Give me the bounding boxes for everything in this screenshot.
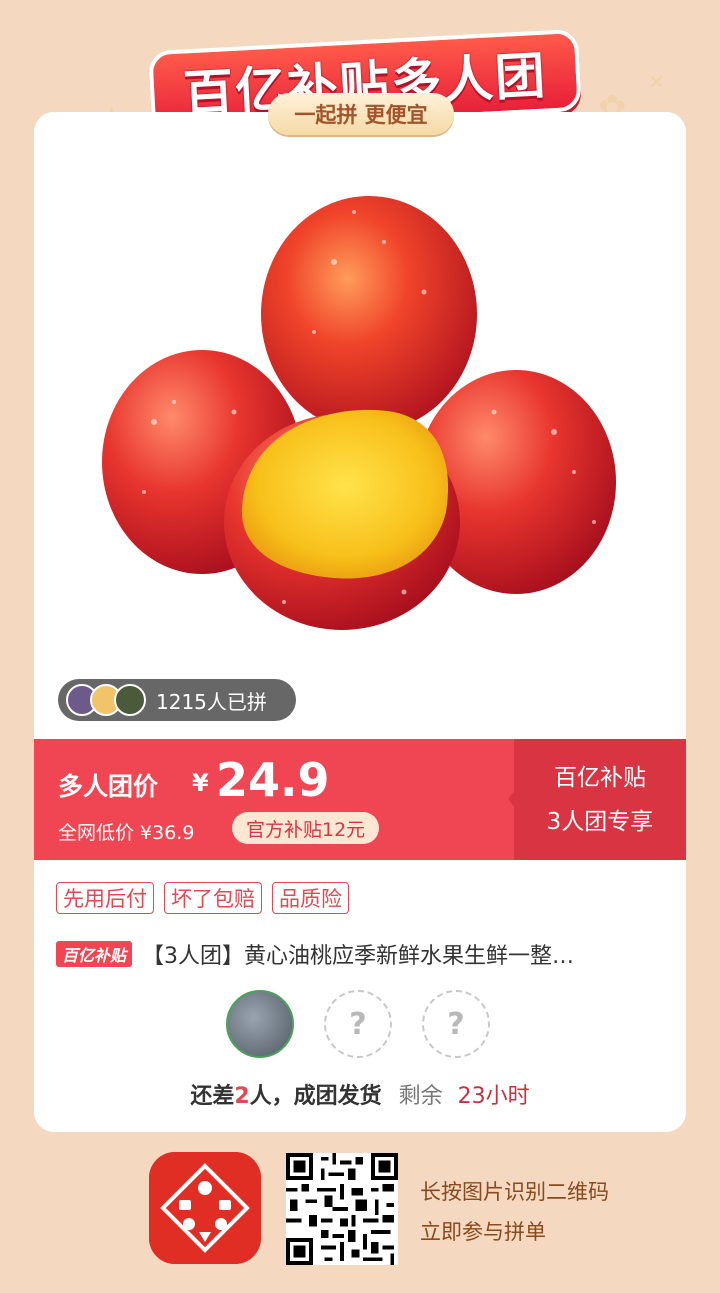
group-members: ? ?	[226, 990, 490, 1058]
service-tags: 先用后付 坏了包赔 品质险	[56, 882, 349, 914]
group-price-label: 多人团价	[58, 772, 159, 801]
empty-slot[interactable]: ?	[422, 990, 490, 1058]
logo-text: 拼	[195, 1197, 215, 1221]
status-prefix: 还差	[190, 1084, 235, 1109]
pinduoduo-logo-icon: 拼	[149, 1152, 261, 1264]
tag-pay-later: 先用后付	[56, 882, 154, 914]
avatar	[114, 684, 146, 716]
remaining-label: 剩余	[398, 1084, 443, 1109]
group-leader-avatar	[226, 990, 294, 1058]
status-suffix: 人，成团发货	[249, 1084, 382, 1109]
question-mark-icon: ?	[349, 1006, 367, 1042]
product-title: 【3人团】黄心油桃应季新鲜水果生鲜一整…	[142, 944, 575, 969]
product-card[interactable]: 1215人已拼 多人团价 ¥ 24.9 全网低价 ¥36.9 官方补贴12元 百…	[34, 112, 686, 1132]
empty-slot[interactable]: ?	[324, 990, 392, 1058]
subsidy-badge: 官方补贴12元	[232, 812, 380, 844]
product-title-row[interactable]: 百亿补贴 【3人团】黄心油桃应季新鲜水果生鲜一整…	[56, 938, 666, 970]
group-status: 还差2人，成团发货 剩余 23小时	[34, 1078, 686, 1110]
qr-code-icon[interactable]	[286, 1153, 398, 1265]
subsidy-brand-badge: 百亿补贴	[56, 941, 133, 967]
joined-count-text: 1215人已拼	[156, 689, 267, 714]
group-exclusive-label: 3人团专享	[546, 808, 654, 835]
tag-damage-refund: 坏了包赔	[164, 882, 262, 914]
subsidy-exclusive-panel: 百亿补贴 3人团专享	[514, 739, 686, 860]
currency-symbol: ¥	[192, 769, 209, 797]
remaining-time: 23小时	[457, 1084, 530, 1109]
join-group-hint: 立即参与拼单	[420, 1220, 546, 1244]
subsidy-label: 百亿补贴	[554, 764, 646, 791]
nectarine-fruit-image[interactable]	[34, 112, 686, 740]
status-count: 2	[234, 1084, 250, 1109]
scan-qr-hint: 长按图片识别二维码	[420, 1180, 609, 1204]
tag-quality-insurance: 品质险	[272, 882, 349, 914]
banner-subtitle: 一起拼 更便宜	[268, 93, 454, 135]
group-price: 24.9	[216, 753, 330, 807]
joined-count-pill: 1215人已拼	[58, 679, 296, 721]
sparkle-icon: ✕	[648, 70, 665, 94]
price-bar: 多人团价 ¥ 24.9 全网低价 ¥36.9 官方补贴12元 百亿补贴 3人团专…	[34, 739, 686, 860]
original-price: 全网低价 ¥36.9	[58, 822, 195, 844]
footer-instructions: 长按图片识别二维码 立即参与拼单	[420, 1172, 609, 1252]
question-mark-icon: ?	[447, 1006, 465, 1042]
